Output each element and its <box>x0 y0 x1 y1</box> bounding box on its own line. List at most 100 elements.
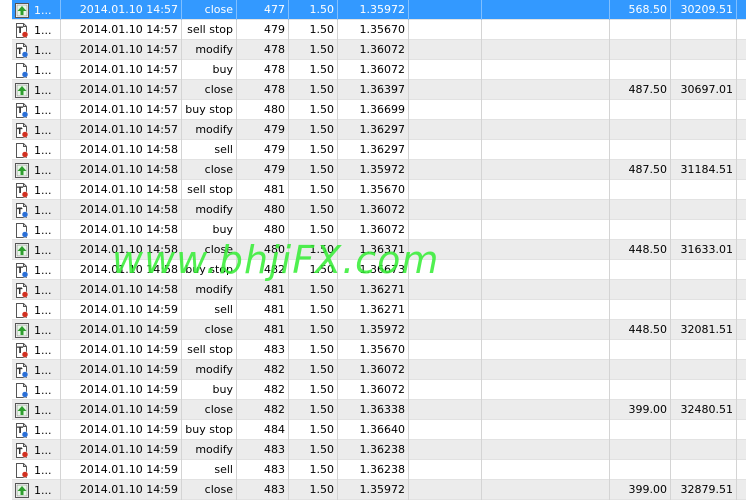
type-cell: close <box>182 160 237 180</box>
sl-cell <box>409 220 482 240</box>
table-row[interactable]: 1... 2014.01.10 14:58 buy 480 1.50 1.36072 <box>12 220 746 240</box>
size-cell: 1.50 <box>289 360 338 380</box>
balance-cell: 32480.51 <box>671 400 737 420</box>
profit-cell <box>610 220 671 240</box>
order-cell: 479 <box>237 160 289 180</box>
table-row[interactable]: 1... 2014.01.10 14:57 buy 478 1.50 1.36072 <box>12 60 746 80</box>
order-cell: 482 <box>237 400 289 420</box>
order-cell: 479 <box>237 20 289 40</box>
table-row[interactable]: T 1... 2014.01.10 14:59 sell stop 483 1.50 1.3… <box>12 340 746 360</box>
tp-cell <box>482 440 610 460</box>
pending-order-red-icon: T <box>15 342 29 358</box>
row-icon-cell: 1... <box>12 140 61 160</box>
row-end-cell <box>737 380 746 400</box>
row-icon-cell: T 1... <box>12 280 61 300</box>
table-row[interactable]: T 1... 2014.01.10 14:57 sell stop 479 1.50 1.3… <box>12 20 746 40</box>
time-cell: 2014.01.10 14:59 <box>61 480 182 500</box>
table-row[interactable]: T 1... 2014.01.10 14:57 buy stop 480 1.50 1.36… <box>12 100 746 120</box>
table-row[interactable]: 1... 2014.01.10 14:59 sell 481 1.50 1.36271 <box>12 300 746 320</box>
price-cell: 1.35972 <box>338 320 409 340</box>
close-up-arrow-icon <box>15 82 29 98</box>
size-cell: 1.50 <box>289 20 338 40</box>
profit-cell <box>610 60 671 80</box>
price-cell: 1.36072 <box>338 200 409 220</box>
deal-number: 1... <box>34 223 52 237</box>
type-cell: close <box>182 80 237 100</box>
size-cell: 1.50 <box>289 160 338 180</box>
deal-number: 1... <box>34 483 52 497</box>
price-cell: 1.35670 <box>338 180 409 200</box>
order-cell: 479 <box>237 140 289 160</box>
table-row[interactable]: 1... 2014.01.10 14:58 sell 479 1.50 1.36297 <box>12 140 746 160</box>
table-row[interactable]: T 1... 2014.01.10 14:57 modify 478 1.50 1.3607… <box>12 40 746 60</box>
row-icon-cell: T 1... <box>12 420 61 440</box>
time-cell: 2014.01.10 14:58 <box>61 180 182 200</box>
tp-cell <box>482 220 610 240</box>
order-cell: 479 <box>237 120 289 140</box>
order-cell: 480 <box>237 240 289 260</box>
sell-order-red-icon <box>15 142 29 158</box>
size-cell: 1.50 <box>289 320 338 340</box>
table-row[interactable]: T 1... 2014.01.10 14:59 modify 483 1.50 1.3623… <box>12 440 746 460</box>
table-row[interactable]: T 1... 2014.01.10 14:57 modify 479 1.50 1.3629… <box>12 120 746 140</box>
price-cell: 1.36271 <box>338 280 409 300</box>
table-row[interactable]: 1... 2014.01.10 14:59 sell 483 1.50 1.36238 <box>12 460 746 480</box>
row-icon-cell: 1... <box>12 320 61 340</box>
buy-order-blue-icon <box>15 382 29 398</box>
row-icon-cell: T 1... <box>12 180 61 200</box>
order-cell: 482 <box>237 380 289 400</box>
tp-cell <box>482 480 610 500</box>
type-cell: sell <box>182 140 237 160</box>
profit-cell <box>610 360 671 380</box>
table-row[interactable]: T 1... 2014.01.10 14:59 modify 482 1.50 1.3607… <box>12 360 746 380</box>
tp-cell <box>482 100 610 120</box>
profit-cell <box>610 380 671 400</box>
buy-order-blue-icon <box>15 222 29 238</box>
table-row[interactable]: 1... 2014.01.10 14:59 buy 482 1.50 1.36072 <box>12 380 746 400</box>
balance-cell <box>671 420 737 440</box>
balance-cell: 30209.51 <box>671 0 737 20</box>
price-cell: 1.35670 <box>338 20 409 40</box>
table-row[interactable]: T 1... 2014.01.10 14:58 modify 481 1.50 1.3627… <box>12 280 746 300</box>
table-row[interactable]: 1... 2014.01.10 14:58 close 480 1.50 1.36371 4… <box>12 240 746 260</box>
modify-order-blue-icon: T <box>15 42 29 58</box>
table-row[interactable]: 1... 2014.01.10 14:58 close 479 1.50 1.35972 4… <box>12 160 746 180</box>
sl-cell <box>409 0 482 20</box>
trade-history-table[interactable]: 1... 2014.01.10 14:57 close 477 1.50 1.35972 5… <box>12 0 746 500</box>
size-cell: 1.50 <box>289 220 338 240</box>
profit-cell <box>610 180 671 200</box>
size-cell: 1.50 <box>289 480 338 500</box>
price-cell: 1.36397 <box>338 80 409 100</box>
balance-cell <box>671 280 737 300</box>
tp-cell <box>482 320 610 340</box>
price-cell: 1.36072 <box>338 60 409 80</box>
table-row[interactable]: 1... 2014.01.10 14:59 close 481 1.50 1.35972 4… <box>12 320 746 340</box>
table-row[interactable]: 1... 2014.01.10 14:57 close 477 1.50 1.35972 5… <box>12 0 746 20</box>
profit-cell: 448.50 <box>610 320 671 340</box>
row-end-cell <box>737 300 746 320</box>
type-cell: buy <box>182 60 237 80</box>
type-cell: buy stop <box>182 260 237 280</box>
tp-cell <box>482 380 610 400</box>
row-end-cell <box>737 360 746 380</box>
balance-cell <box>671 380 737 400</box>
sl-cell <box>409 460 482 480</box>
table-row[interactable]: T 1... 2014.01.10 14:58 sell stop 481 1.50 1.3… <box>12 180 746 200</box>
sl-cell <box>409 200 482 220</box>
balance-cell <box>671 20 737 40</box>
table-row[interactable]: 1... 2014.01.10 14:59 close 483 1.50 1.35972 3… <box>12 480 746 500</box>
table-row[interactable]: 1... 2014.01.10 14:59 close 482 1.50 1.36338 3… <box>12 400 746 420</box>
deal-number: 1... <box>34 383 52 397</box>
row-end-cell <box>737 240 746 260</box>
row-icon-cell: T 1... <box>12 100 61 120</box>
table-row[interactable]: T 1... 2014.01.10 14:58 buy stop 482 1.50 1.36… <box>12 260 746 280</box>
order-cell: 483 <box>237 340 289 360</box>
table-row[interactable]: 1... 2014.01.10 14:57 close 478 1.50 1.36397 4… <box>12 80 746 100</box>
row-icon-cell: 1... <box>12 0 61 20</box>
table-row[interactable]: T 1... 2014.01.10 14:59 buy stop 484 1.50 1.36… <box>12 420 746 440</box>
table-row[interactable]: T 1... 2014.01.10 14:58 modify 480 1.50 1.3607… <box>12 200 746 220</box>
row-icon-cell: 1... <box>12 160 61 180</box>
order-cell: 483 <box>237 440 289 460</box>
tp-cell <box>482 0 610 20</box>
size-cell: 1.50 <box>289 200 338 220</box>
